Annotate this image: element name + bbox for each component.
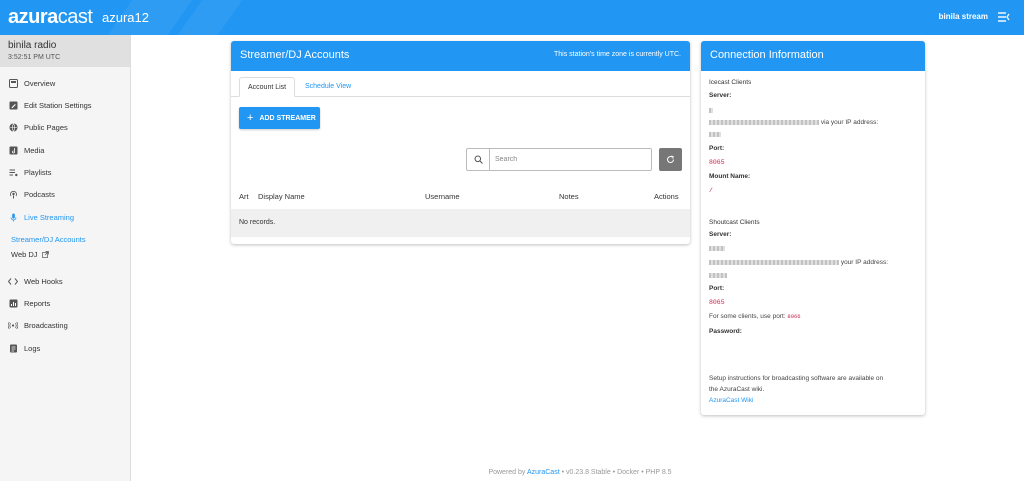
sidebar-item-public-pages[interactable]: Public Pages xyxy=(0,117,131,137)
sidebar-item-label: Public Pages xyxy=(24,122,68,132)
sidebar-item-live-streaming[interactable]: Live Streaming xyxy=(0,207,131,227)
station-time: 3:52:51 PM UTC xyxy=(8,54,61,61)
shoutcast-server-value: your IP address: xyxy=(709,259,888,266)
sidebar-item-label: Overview xyxy=(24,78,56,88)
sidebar-item-label: Edit Station Settings xyxy=(24,100,92,110)
sidebar-item-web-hooks[interactable]: Web Hooks xyxy=(0,271,131,291)
redacted-text xyxy=(709,119,819,125)
shoutcast-port-value: 8065 xyxy=(709,299,725,306)
broadcast-icon xyxy=(8,320,18,330)
top-navbar: azuracast azura12 binila stream xyxy=(0,0,1024,35)
microphone-icon xyxy=(8,212,18,222)
sidebar-item-label: Web Hooks xyxy=(24,276,63,286)
sidebar-item-label: Reports xyxy=(24,298,51,308)
setup-instructions: Setup instructions for broadcasting soft… xyxy=(709,375,884,382)
sidebar: binila radio 3:52:51 PM UTC Overview Edi… xyxy=(0,35,131,481)
plus-icon: + xyxy=(247,112,254,124)
search-box xyxy=(466,148,652,171)
logs-icon xyxy=(8,343,18,353)
sidebar-item-label: Media xyxy=(24,145,45,155)
tab-schedule-view[interactable]: Schedule View xyxy=(297,77,359,97)
icecast-server-value: via your IP address: xyxy=(709,119,878,126)
sidebar-item-label: Live Streaming xyxy=(24,212,75,222)
column-header-actions: Actions xyxy=(654,192,679,201)
sidebar-item-label: Podcasts xyxy=(24,189,55,199)
column-header-username[interactable]: Username xyxy=(425,192,460,201)
icecast-server-label: Server: xyxy=(709,92,732,99)
sidebar-item-media[interactable]: Media xyxy=(0,140,131,160)
shoutcast-heading: Shoutcast Clients xyxy=(709,219,760,226)
sidebar-subitem-streamer-dj-accounts[interactable]: Streamer/DJ Accounts xyxy=(11,235,86,244)
azuracast-wiki-link[interactable]: AzuraCast Wiki xyxy=(709,397,753,404)
sidebar-item-playlists[interactable]: Playlists xyxy=(0,162,131,182)
streamers-card-header: Streamer/DJ Accounts This station's time… xyxy=(231,41,690,71)
search-icon xyxy=(467,149,490,170)
alt-port-text: For some clients, use port: 8066 xyxy=(709,313,801,320)
column-header-art[interactable]: Art xyxy=(239,192,249,201)
shoutcast-port-label: Port: xyxy=(709,285,725,292)
connection-card-header: Connection Information xyxy=(701,41,925,71)
menu-toggle-icon[interactable] xyxy=(998,11,1010,23)
external-link-icon xyxy=(41,251,49,258)
tab-account-list[interactable]: Account List xyxy=(239,77,296,97)
icecast-heading: Icecast Clients xyxy=(709,79,752,86)
icecast-mount-label: Mount Name: xyxy=(709,173,751,180)
search-input[interactable] xyxy=(490,149,650,170)
redacted-text xyxy=(709,245,725,252)
column-header-display-name[interactable]: Display Name xyxy=(258,192,305,201)
redacted-text xyxy=(709,107,713,114)
sidebar-item-edit-station-settings[interactable]: Edit Station Settings xyxy=(0,95,131,115)
redacted-text xyxy=(709,272,727,279)
alt-port-value: 8066 xyxy=(787,313,801,320)
setup-instructions-2: the AzuraCast wiki. xyxy=(709,386,765,393)
media-icon xyxy=(8,145,18,155)
icecast-mount-value: / xyxy=(709,187,713,194)
edit-icon xyxy=(8,100,18,110)
station-info: binila radio 3:52:51 PM UTC xyxy=(0,35,130,67)
podcast-icon xyxy=(8,189,18,199)
timezone-note: This station's time zone is currently UT… xyxy=(554,51,681,58)
sidebar-item-logs[interactable]: Logs xyxy=(0,338,131,358)
sidebar-item-label: Playlists xyxy=(24,167,52,177)
footer: Powered by AzuraCast • v0.23.8 Stable • … xyxy=(488,469,672,476)
user-menu[interactable]: binila stream xyxy=(939,12,988,21)
sidebar-item-broadcasting[interactable]: Broadcasting xyxy=(0,315,131,335)
table-row: No records. xyxy=(231,209,690,237)
station-name: binila radio xyxy=(8,40,57,51)
sidebar-item-reports[interactable]: Reports xyxy=(0,293,131,313)
card-title: Connection Information xyxy=(710,49,824,61)
connection-info-card: Connection Information Icecast Clients S… xyxy=(701,41,925,415)
azuracast-link[interactable]: AzuraCast xyxy=(527,469,560,476)
card-title: Streamer/DJ Accounts xyxy=(240,49,350,61)
shoutcast-password-label: Password: xyxy=(709,328,742,335)
sidebar-item-label: Logs xyxy=(24,343,41,353)
code-icon xyxy=(8,276,18,286)
refresh-button[interactable] xyxy=(659,148,682,171)
tab-bar: Account List Schedule View xyxy=(231,71,690,97)
shoutcast-server-label: Server: xyxy=(709,231,732,238)
brand-logo[interactable]: azuracast xyxy=(8,6,93,28)
sidebar-item-overview[interactable]: Overview xyxy=(0,73,131,93)
column-header-notes[interactable]: Notes xyxy=(559,192,579,201)
sidebar-item-label: Broadcasting xyxy=(24,320,68,330)
icecast-port-value: 8065 xyxy=(709,159,725,166)
overview-icon xyxy=(8,78,18,88)
station-code: azura12 xyxy=(102,10,149,25)
playlist-icon xyxy=(8,167,18,177)
streamers-card: Streamer/DJ Accounts This station's time… xyxy=(231,41,690,244)
reports-icon xyxy=(8,298,18,308)
add-streamer-button[interactable]: + ADD STREAMER xyxy=(239,107,320,129)
empty-message: No records. xyxy=(239,219,276,226)
redacted-text xyxy=(709,131,721,138)
sidebar-item-podcasts[interactable]: Podcasts xyxy=(0,184,131,204)
redacted-text xyxy=(709,259,839,265)
sidebar-subitem-web-dj[interactable]: Web DJ xyxy=(11,250,49,259)
globe-icon xyxy=(8,122,18,132)
icecast-port-label: Port: xyxy=(709,145,725,152)
refresh-icon xyxy=(667,155,674,163)
